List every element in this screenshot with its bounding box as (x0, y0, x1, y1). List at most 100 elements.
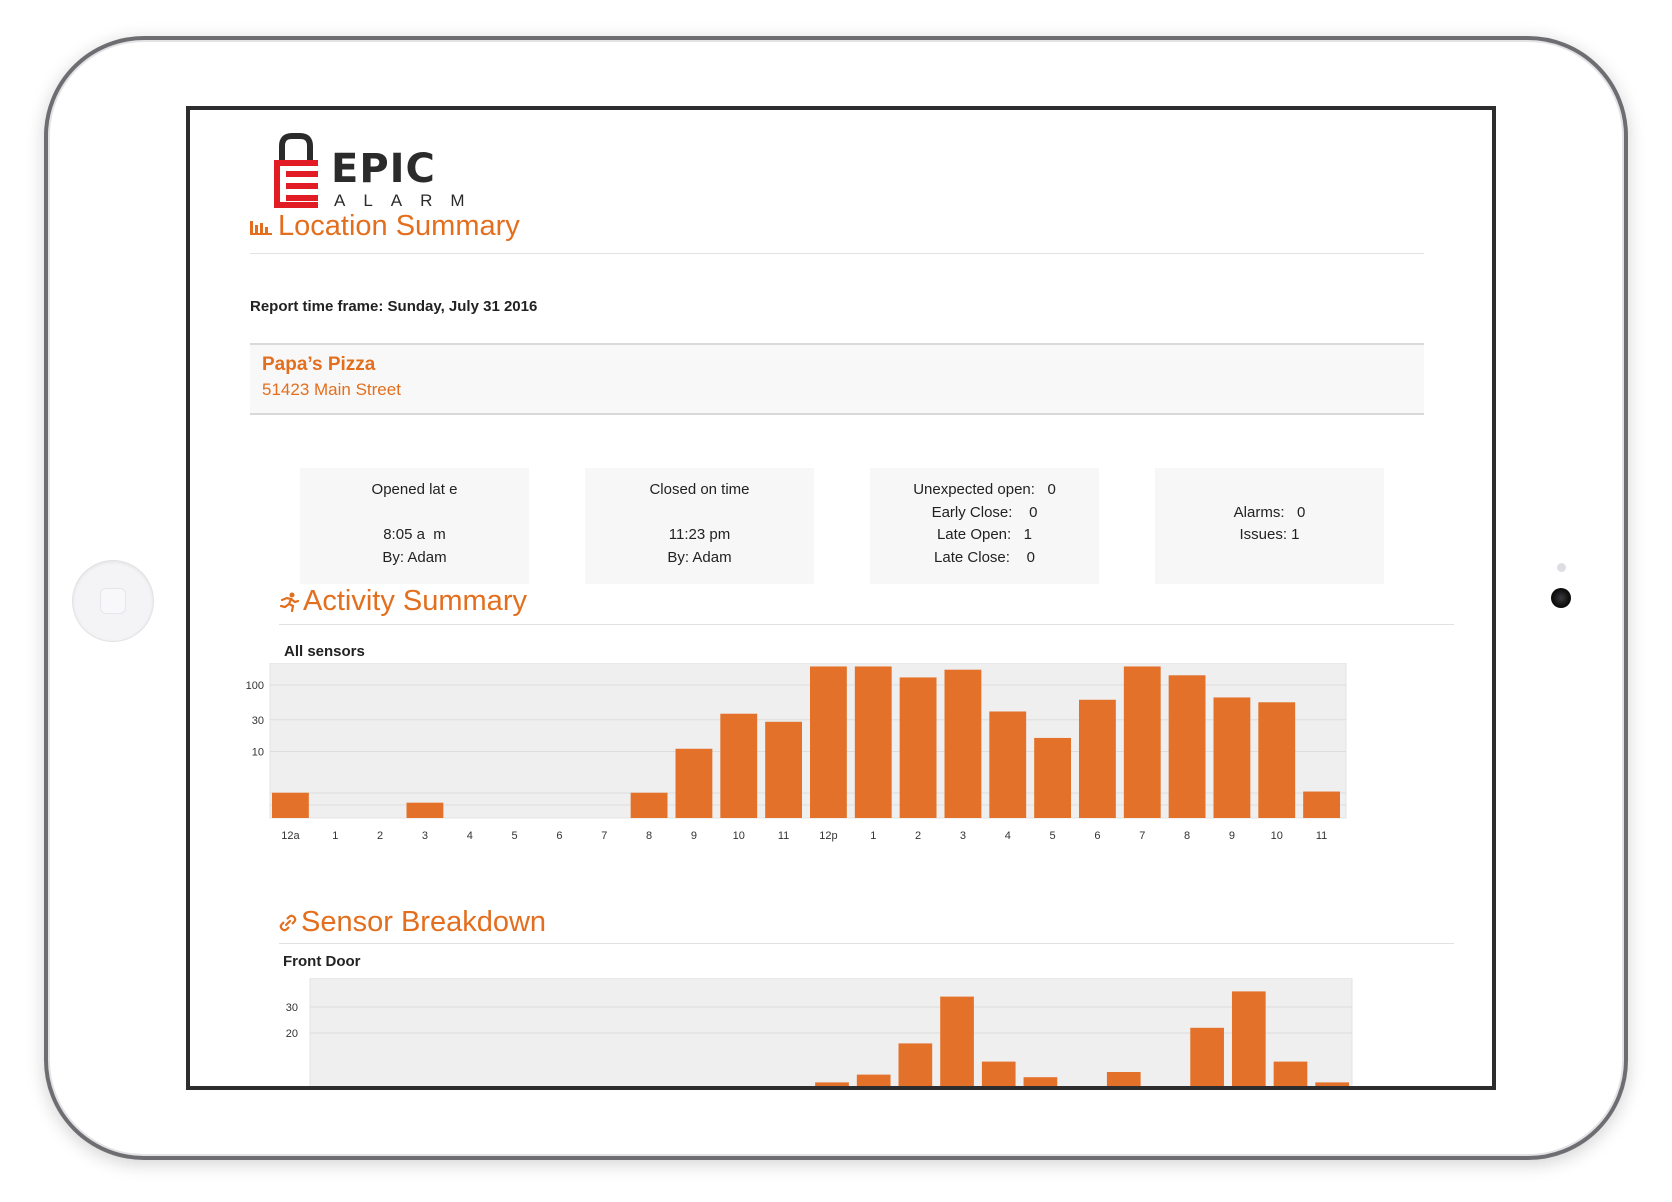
stat-line: Late Open: 1 (936, 526, 1033, 543)
location-summary-title: Location Summary (278, 210, 520, 242)
link-icon (279, 915, 297, 932)
front-door-bar[interactable] (815, 1082, 849, 1090)
x-tick-label: 10 (1271, 830, 1283, 842)
x-tick-label: 11 (1316, 830, 1327, 842)
x-tick-label: 5 (1050, 830, 1056, 842)
x-tick-label: 12a (281, 830, 300, 842)
x-tick-label: 1 (870, 830, 876, 842)
x-tick-label: 7 (601, 830, 607, 842)
front-door-label: Front Door (283, 953, 361, 970)
activity-bar[interactable] (1079, 699, 1116, 818)
front-door-bar[interactable] (1023, 1077, 1058, 1090)
stat-line (300, 502, 529, 525)
x-tick-label: 9 (1229, 830, 1235, 842)
front-door-bar[interactable] (1273, 1061, 1308, 1090)
logo-wordmark: EPIC (331, 146, 436, 192)
stat-line: By: Adam (382, 548, 447, 566)
y-tick-label: 20 (286, 1028, 298, 1040)
epic-alarm-logo: EPIC ALARM (272, 132, 472, 212)
sensor-breakdown-heading: Sensor Breakdown (279, 905, 546, 939)
stat-line: Issues: 1 (1239, 526, 1300, 543)
x-tick-label: 6 (1094, 830, 1100, 842)
activity-bar[interactable] (1213, 697, 1251, 818)
activity-bar[interactable] (272, 792, 309, 818)
activity-bar[interactable] (944, 669, 982, 818)
activity-bar[interactable] (1168, 675, 1206, 818)
x-tick-label: 8 (646, 830, 652, 842)
stat-line: Opened lat e (371, 481, 458, 498)
activity-bar[interactable] (854, 666, 892, 818)
divider (279, 624, 1454, 625)
location-summary-heading: Location Summary (250, 209, 520, 243)
stat-line: Early Close: 0 (931, 503, 1038, 521)
front-door-bar[interactable] (1190, 1027, 1224, 1090)
y-tick-label: 30 (252, 715, 264, 727)
home-square-icon (100, 588, 126, 614)
stat-line: Closed on time (649, 481, 750, 498)
activity-bar[interactable] (810, 666, 847, 818)
stat-card-open: Opened lat e 8:05 a m By: Adam (300, 468, 529, 584)
activity-bar[interactable] (1034, 737, 1071, 818)
y-tick-label: 30 (286, 1002, 298, 1014)
activity-bar[interactable] (406, 802, 444, 818)
activity-bar[interactable] (989, 711, 1027, 818)
x-tick-label: 2 (915, 830, 921, 842)
stat-line: By: Adam (667, 548, 732, 566)
all-sensors-chart: 10 30 100 12a 1 2 3 4 5 6 7 8 9 10 11 12p 1 2 3 4 5 6 7 8 9 10 11 (246, 663, 1347, 842)
logo-subtitle: ALARM (334, 191, 483, 210)
activity-bar[interactable] (899, 677, 937, 818)
activity-bar[interactable] (720, 713, 758, 818)
x-tick-label: 3 (960, 830, 966, 842)
report-timeframe: Report time frame: Sunday, July 31 2016 (250, 298, 538, 315)
stat-line: 8:05 a m (383, 526, 446, 543)
location-name: Papa’s Pizza (262, 354, 376, 375)
x-tick-label: 12p (819, 830, 837, 842)
stat-card-close: Closed on time 11:23 pm By: Adam (585, 468, 814, 584)
front-door-bar[interactable] (940, 996, 974, 1090)
x-tick-label: 1 (332, 830, 338, 842)
front-door-bar[interactable] (856, 1074, 891, 1090)
x-tick-label: 8 (1184, 830, 1190, 842)
activity-summary-heading: Activity Summary (279, 584, 527, 618)
activity-bar[interactable] (1123, 666, 1161, 818)
x-tick-label: 5 (512, 830, 518, 842)
front-door-bar[interactable] (1106, 1072, 1141, 1090)
activity-bar[interactable] (1303, 791, 1340, 818)
stat-line: Unexpected open: 0 (913, 481, 1056, 498)
x-tick-label: 11 (778, 830, 789, 842)
location-card: Papa’s Pizza 51423 Main Street (250, 343, 1424, 415)
x-tick-label: 4 (1005, 830, 1011, 842)
front-door-bar[interactable] (1315, 1082, 1349, 1090)
location-address: 51423 Main Street (262, 380, 401, 399)
front-door-bar[interactable] (1231, 991, 1266, 1090)
front-door-bar[interactable] (898, 1043, 933, 1090)
bar-chart-icon (250, 221, 272, 236)
activity-bar[interactable] (630, 792, 668, 818)
front-door-chart: 2030 (286, 978, 1353, 1090)
stat-line: Late Close: 0 (934, 548, 1035, 566)
all-sensors-label: All sensors (284, 643, 365, 660)
report-screen: EPIC ALARM Location Summary Report time … (186, 106, 1496, 1090)
stat-line (1155, 547, 1384, 570)
divider (250, 253, 1424, 254)
activity-summary-title: Activity Summary (303, 585, 527, 617)
y-tick-label: 10 (252, 747, 264, 759)
home-button[interactable] (72, 560, 154, 642)
x-tick-label: 6 (556, 830, 562, 842)
activity-bar[interactable] (765, 721, 802, 818)
stat-card-exceptions: Unexpected open: 0 Early Close: 0 Late O… (870, 468, 1099, 584)
x-tick-label: 2 (377, 830, 383, 842)
y-tick-label: 100 (246, 680, 264, 692)
x-tick-label: 9 (691, 830, 697, 842)
activity-bar[interactable] (675, 748, 713, 818)
padlock-logo-icon (274, 133, 318, 208)
x-tick-label: 10 (733, 830, 745, 842)
x-tick-label: 3 (422, 830, 428, 842)
front-door-bar[interactable] (981, 1061, 1016, 1090)
activity-bar[interactable] (1258, 702, 1296, 818)
front-sensor (1557, 563, 1566, 572)
stat-line: Alarms: 0 (1233, 503, 1306, 521)
stat-line (1155, 479, 1384, 502)
divider (279, 943, 1454, 944)
sensor-breakdown-title: Sensor Breakdown (301, 906, 547, 938)
